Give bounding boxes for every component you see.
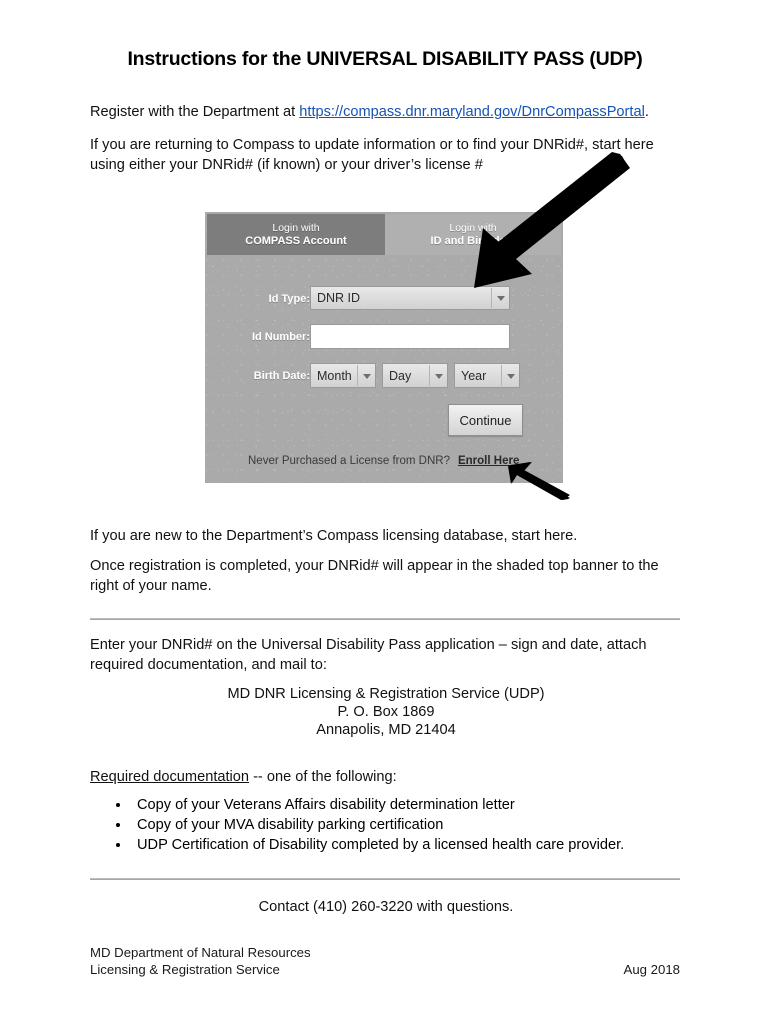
required-documentation-underlined: Required documentation — [90, 769, 250, 785]
tab-login-id-birthdate[interactable]: Login with ID and Birthdate — [385, 214, 561, 255]
intro-suffix: . — [644, 104, 649, 120]
address-line-1: MD DNR Licensing & Registration Service … — [227, 686, 545, 702]
enroll-row: Never Purchased a License from DNR? Enrol… — [248, 455, 519, 467]
birth-date-label: Birth Date: — [253, 370, 310, 382]
id-type-divider — [491, 288, 492, 308]
chevron-down-icon — [363, 373, 371, 379]
enroll-here-link[interactable]: Enroll Here — [458, 455, 519, 467]
footer-date: Aug 2018 — [623, 962, 680, 977]
compass-portal-link[interactable]: https://compass.dnr.maryland.gov/DnrComp… — [299, 104, 645, 120]
contact-line: Contact (410) 260-3220 with questions. — [258, 899, 514, 915]
registration-note: Once registration is completed, your DNR… — [90, 558, 659, 594]
compass-login-screenshot: Login with COMPASS Account Login with ID… — [205, 212, 563, 483]
footer-org-line-1: MD Department of Natural Resources — [90, 945, 311, 960]
tab-idbirth-line2: ID and Birthdate — [430, 234, 516, 247]
tab-compass-line2: COMPASS Account — [245, 234, 347, 247]
divider-top — [90, 618, 680, 620]
birth-month-value: Month — [317, 368, 352, 383]
list-item-label: Copy of your Veterans Affairs disability… — [137, 797, 515, 813]
intro-paragraph: Register with the Department at https://… — [90, 103, 682, 123]
id-number-input[interactable] — [310, 324, 510, 349]
list-item-label: Copy of your MVA disability parking cert… — [137, 817, 444, 833]
tab-login-compass-account[interactable]: Login with COMPASS Account — [207, 214, 385, 255]
id-number-label: Id Number: — [251, 331, 310, 343]
divider-bottom — [90, 878, 680, 880]
address-line-2: P. O. Box 1869 — [337, 704, 435, 720]
id-type-label: Id Type: — [268, 293, 310, 305]
birth-year-divider — [501, 365, 502, 386]
document-page: Instructions for the UNIVERSAL DISABILIT… — [0, 0, 770, 1024]
new-user-note: If you are new to the Department’s Compa… — [90, 528, 578, 544]
required-documentation-heading: Required documentation -- one of the fol… — [90, 768, 682, 788]
list-item-label: UDP Certification of Disability complete… — [137, 837, 625, 853]
id-type-select[interactable]: DNR ID — [310, 286, 510, 310]
birth-year-select[interactable]: Year — [454, 363, 520, 388]
bullet-icon — [116, 823, 120, 827]
birth-month-select[interactable]: Month — [310, 363, 376, 388]
chevron-down-icon — [497, 296, 505, 301]
list-item: UDP Certification of Disability complete… — [90, 835, 682, 855]
list-item: Copy of your MVA disability parking cert… — [90, 815, 682, 835]
chevron-down-icon — [435, 373, 443, 379]
footer-org-line-2: Licensing & Registration Service — [90, 962, 280, 977]
id-type-value: DNR ID — [317, 291, 361, 305]
tab-idbirth-line1: Login with — [449, 222, 497, 234]
required-documentation-rest: -- one of the following: — [249, 769, 397, 785]
birth-day-value: Day — [389, 368, 412, 383]
bullet-icon — [116, 843, 120, 847]
bullet-icon — [116, 803, 120, 807]
birth-day-select[interactable]: Day — [382, 363, 448, 388]
page-title: Instructions for the UNIVERSAL DISABILIT… — [127, 48, 643, 70]
mail-instruction: Enter your DNRid# on the Universal Disab… — [90, 637, 647, 673]
returning-user-note: If you are returning to Compass to updat… — [90, 137, 654, 173]
birth-month-divider — [357, 365, 358, 386]
birth-year-value: Year — [461, 368, 487, 383]
list-item: Copy of your Veterans Affairs disability… — [90, 795, 682, 815]
chevron-down-icon — [507, 373, 515, 379]
tab-compass-line1: Login with — [272, 222, 320, 234]
login-form: Id Type: DNR ID Id Number: Birth Date: M… — [205, 255, 563, 483]
login-tab-bar: Login with COMPASS Account Login with ID… — [207, 214, 561, 255]
continue-button[interactable]: Continue — [448, 404, 523, 436]
address-line-3: Annapolis, MD 21404 — [316, 722, 456, 738]
required-documentation-list: Copy of your Veterans Affairs disability… — [90, 795, 682, 855]
enroll-prompt-text: Never Purchased a License from DNR? — [248, 455, 450, 467]
intro-prefix: Register with the Department at — [90, 104, 300, 120]
birth-day-divider — [429, 365, 430, 386]
